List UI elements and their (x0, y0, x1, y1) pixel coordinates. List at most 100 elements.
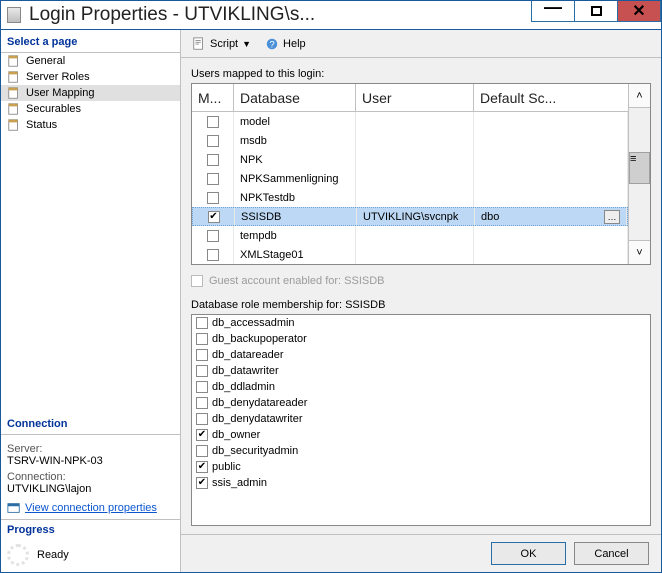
col-header-schema[interactable]: Default Sc... (474, 84, 628, 111)
map-checkbox-cell[interactable] (192, 150, 234, 169)
checkbox-icon[interactable] (196, 397, 208, 409)
sidebar-item-label: Securables (26, 103, 81, 115)
table-row[interactable]: msdb (192, 131, 628, 150)
schema-cell[interactable]: dbo… (475, 208, 627, 225)
schema-cell[interactable] (474, 226, 628, 245)
checkbox-icon[interactable] (207, 135, 219, 147)
scroll-up-button[interactable]: ˄ (629, 84, 650, 108)
database-cell[interactable]: msdb (234, 131, 356, 150)
checkbox-icon[interactable] (196, 445, 208, 457)
database-cell[interactable]: SSISDB (235, 208, 357, 225)
checkbox-icon[interactable] (207, 249, 219, 261)
role-name: db_ddladmin (212, 381, 275, 393)
database-cell[interactable]: model (234, 112, 356, 131)
role-item[interactable]: db_datareader (192, 347, 650, 363)
sidebar-item-securables[interactable]: Securables (1, 101, 180, 117)
scroll-thumb[interactable]: ≡ (629, 152, 650, 184)
role-item[interactable]: db_ddladmin (192, 379, 650, 395)
sidebar-item-general[interactable]: General (1, 53, 180, 69)
schema-cell[interactable] (474, 150, 628, 169)
titlebar[interactable]: Login Properties - UTVIKLING\s... — ✕ (1, 1, 661, 30)
schema-cell[interactable] (474, 112, 628, 131)
checkbox-icon[interactable] (196, 413, 208, 425)
table-row[interactable]: NPK (192, 150, 628, 169)
user-cell[interactable]: UTVIKLING\svcnpk (357, 208, 475, 225)
map-checkbox-cell[interactable] (192, 131, 234, 150)
checkbox-icon[interactable] (207, 116, 219, 128)
user-cell[interactable] (356, 169, 474, 188)
user-cell[interactable] (356, 112, 474, 131)
checkbox-icon[interactable] (208, 211, 220, 223)
checkbox-icon[interactable] (196, 365, 208, 377)
table-row[interactable]: NPKTestdb (192, 188, 628, 207)
table-row[interactable]: tempdb (192, 226, 628, 245)
checkbox-icon[interactable] (196, 317, 208, 329)
database-cell[interactable]: tempdb (234, 226, 356, 245)
help-button[interactable]: ? Help (260, 34, 311, 54)
map-checkbox-cell[interactable] (192, 169, 234, 188)
database-cell[interactable]: NPKSammenligning (234, 169, 356, 188)
role-item[interactable]: db_accessadmin (192, 315, 650, 331)
col-header-database[interactable]: Database (234, 84, 356, 111)
grid-scrollbar[interactable]: ˄ ≡ ˅ (628, 84, 650, 264)
sidebar-item-status[interactable]: Status (1, 117, 180, 133)
user-cell[interactable] (356, 131, 474, 150)
sidebar-item-server-roles[interactable]: Server Roles (1, 69, 180, 85)
checkbox-icon[interactable] (196, 349, 208, 361)
close-button[interactable]: ✕ (617, 1, 661, 22)
role-membership-list[interactable]: db_accessadmindb_backupoperatordb_datare… (191, 314, 651, 526)
script-button[interactable]: Script ▼ (187, 34, 256, 54)
checkbox-icon[interactable] (196, 429, 208, 441)
checkbox-icon[interactable] (207, 173, 219, 185)
col-header-map[interactable]: M... (192, 84, 234, 111)
checkbox-icon[interactable] (196, 461, 208, 473)
user-cell[interactable] (356, 245, 474, 264)
role-item[interactable]: db_denydatareader (192, 395, 650, 411)
checkbox-icon[interactable] (196, 381, 208, 393)
cancel-button[interactable]: Cancel (574, 542, 649, 565)
user-mapping-grid[interactable]: M... Database User Default Sc... modelms… (191, 83, 651, 265)
database-cell[interactable]: XMLStage01 (234, 245, 356, 264)
map-checkbox-cell[interactable] (192, 245, 234, 264)
checkbox-icon[interactable] (207, 230, 219, 242)
page-icon (7, 118, 21, 132)
user-cell[interactable] (356, 150, 474, 169)
checkbox-icon[interactable] (207, 154, 219, 166)
map-checkbox-cell[interactable] (192, 112, 234, 131)
role-item[interactable]: public (192, 459, 650, 475)
map-checkbox-cell[interactable] (193, 208, 235, 225)
user-cell[interactable] (356, 188, 474, 207)
table-row[interactable]: SSISDBUTVIKLING\svcnpkdbo… (192, 207, 628, 226)
checkbox-icon (191, 275, 203, 287)
checkbox-icon[interactable] (196, 333, 208, 345)
ok-button[interactable]: OK (491, 542, 566, 565)
role-item[interactable]: db_denydatawriter (192, 411, 650, 427)
maximize-button[interactable] (574, 1, 618, 22)
map-checkbox-cell[interactable] (192, 226, 234, 245)
col-header-user[interactable]: User (356, 84, 474, 111)
view-connection-properties-link[interactable]: View connection properties (7, 501, 174, 515)
checkbox-icon[interactable] (196, 477, 208, 489)
schema-cell[interactable] (474, 131, 628, 150)
map-checkbox-cell[interactable] (192, 188, 234, 207)
table-row[interactable]: model (192, 112, 628, 131)
schema-cell[interactable] (474, 169, 628, 188)
minimize-button[interactable]: — (531, 1, 575, 22)
table-row[interactable]: NPKSammenligning (192, 169, 628, 188)
schema-cell[interactable] (474, 188, 628, 207)
checkbox-icon[interactable] (207, 192, 219, 204)
sidebar-item-user-mapping[interactable]: User Mapping (1, 85, 180, 101)
role-item[interactable]: ssis_admin (192, 475, 650, 491)
role-item[interactable]: db_backupoperator (192, 331, 650, 347)
database-cell[interactable]: NPK (234, 150, 356, 169)
role-item[interactable]: db_owner (192, 427, 650, 443)
scroll-down-button[interactable]: ˅ (629, 240, 650, 264)
role-item[interactable]: db_securityadmin (192, 443, 650, 459)
scroll-track[interactable]: ≡ (629, 108, 650, 240)
table-row[interactable]: XMLStage01 (192, 245, 628, 264)
role-item[interactable]: db_datawriter (192, 363, 650, 379)
schema-cell[interactable] (474, 245, 628, 264)
user-cell[interactable] (356, 226, 474, 245)
schema-browse-button[interactable]: … (604, 210, 620, 224)
database-cell[interactable]: NPKTestdb (234, 188, 356, 207)
